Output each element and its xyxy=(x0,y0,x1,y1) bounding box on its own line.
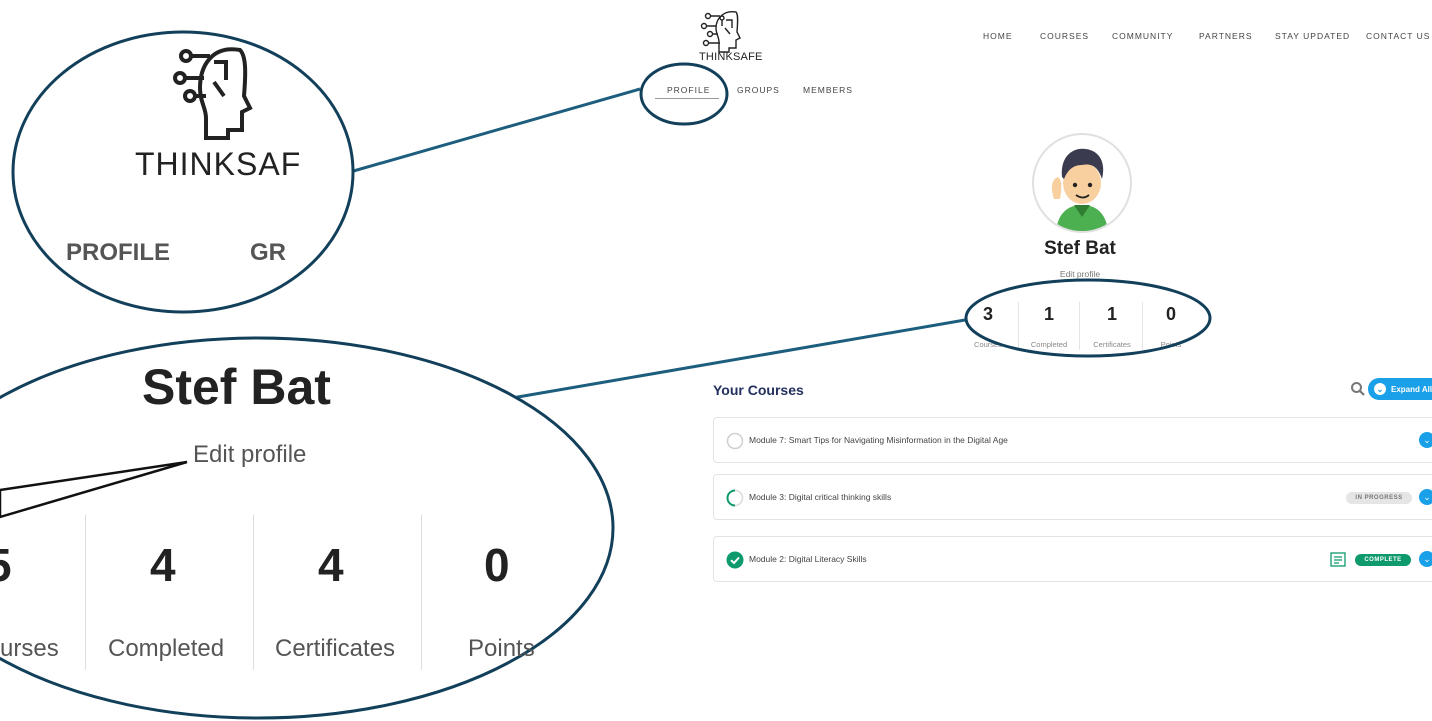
zoom-stat-divider xyxy=(253,515,254,670)
zoom-stat-courses-value: 5 xyxy=(0,538,12,592)
zoom-stat-divider xyxy=(85,515,86,670)
zoom-stat-certificates-value: 4 xyxy=(318,539,344,591)
zoom-stat-points-value: 0 xyxy=(484,539,510,591)
zoom-stat-completed-value: 4 xyxy=(150,539,176,591)
zoom-tab-groups: GR xyxy=(250,239,286,266)
callout-line xyxy=(349,87,641,174)
zoom-stat-completed-label: Completed xyxy=(108,635,225,662)
callout-line xyxy=(511,318,966,400)
zoom-stat-points-label: Points xyxy=(468,635,535,662)
zoom-stat-divider xyxy=(421,515,422,670)
highlight-ellipse xyxy=(639,62,729,126)
zoom-tab-profile: PROFILE xyxy=(66,239,171,266)
zoom-stat-certificates-label: Certificates xyxy=(275,635,396,662)
zoom-profile-name: Stef Bat xyxy=(142,359,331,415)
zoom-stat-courses-label: urses xyxy=(0,635,59,662)
highlight-ellipse xyxy=(964,278,1212,358)
zoom-logo-text: THINKSAF xyxy=(135,146,302,182)
zoom-edit-profile: Edit profile xyxy=(193,441,307,468)
